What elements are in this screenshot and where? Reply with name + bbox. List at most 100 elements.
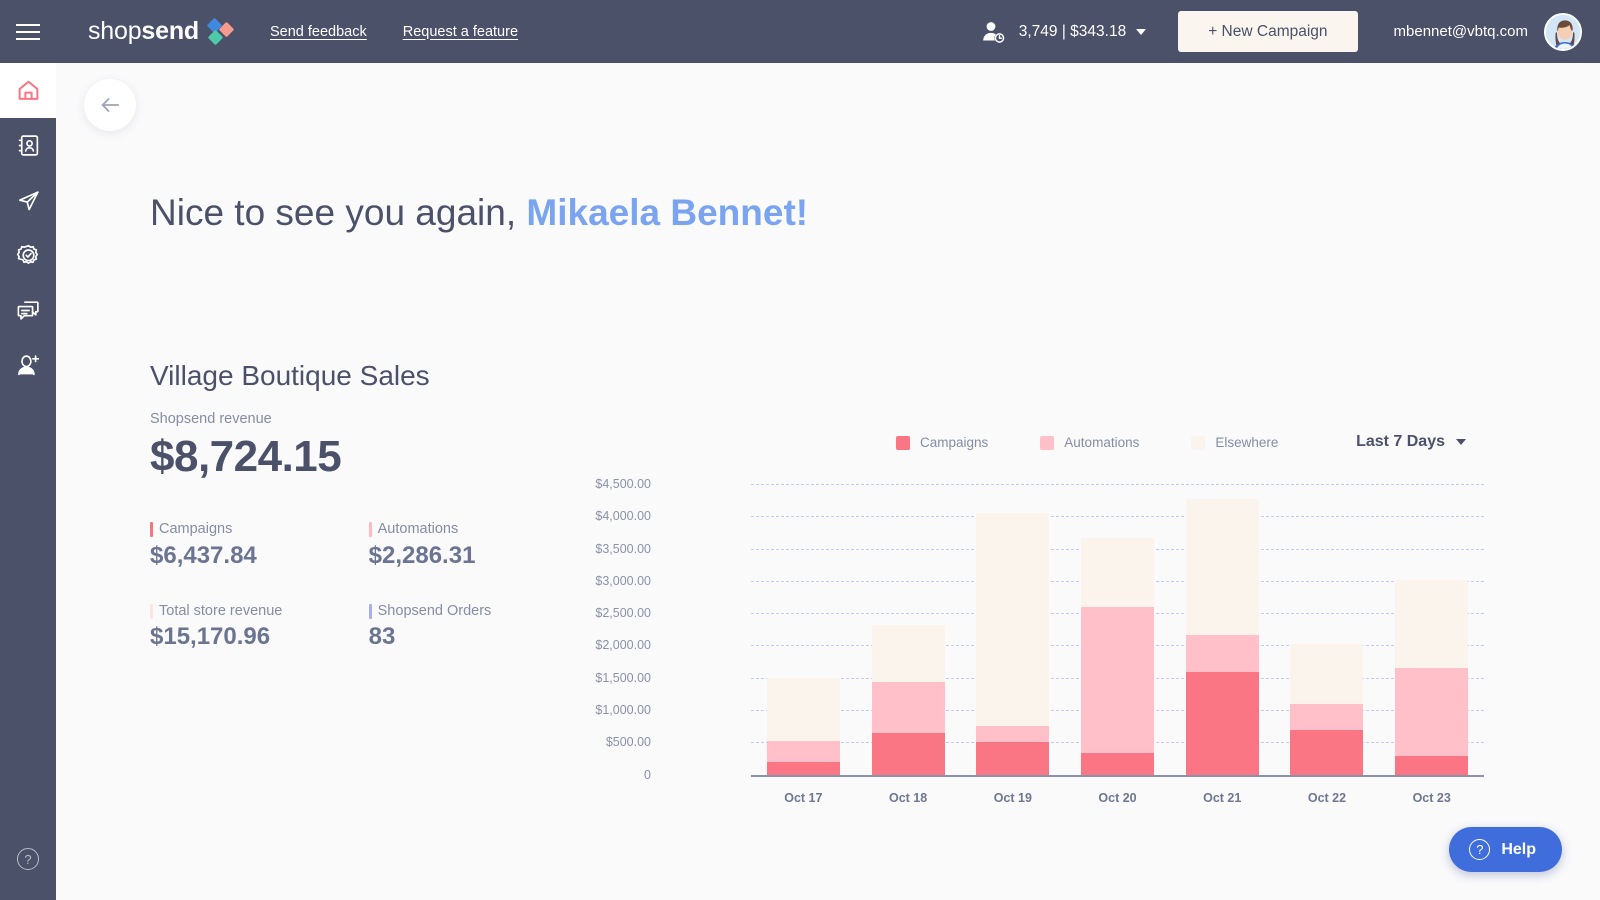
logo-wordmark: shopsend [88,17,199,46]
bar-segment-campaigns [976,742,1049,774]
stat-total-store-label: Total store revenue [159,603,282,619]
bar-segment-elsewhere [1395,580,1468,668]
legend-swatch-icon [1040,436,1054,450]
stat-color-marker [150,522,153,537]
chart-bar-stack [1395,580,1468,775]
user-email-label[interactable]: mbennet@vbtq.com [1394,23,1528,40]
sidebar-item-home[interactable] [0,63,56,118]
bar-segment-elsewhere [976,513,1049,727]
x-axis-tick-label: Oct 22 [1275,791,1380,805]
chart-bar-column[interactable]: Oct 18 [856,468,961,775]
chevron-down-icon [1136,29,1146,35]
help-label: Help [1501,841,1536,859]
bar-segment-campaigns [1290,730,1363,775]
stats-row-2: Total store revenue $15,170.96 Shopsend … [150,603,570,651]
stat-automations-header: Automations [369,521,570,537]
stats-panel: Village Boutique Sales Shopsend revenue … [150,360,570,651]
stat-total-store-revenue: Total store revenue $15,170.96 [150,603,360,651]
chart-bar-stack [1186,499,1259,775]
shopsend-revenue-label: Shopsend revenue [150,411,570,427]
chart-x-axis-line [751,775,1484,778]
address-book-icon [16,133,41,158]
avatar-image [1546,15,1582,51]
shopsend-diamonds-logo-icon [208,19,234,45]
stat-orders-label: Shopsend Orders [378,603,492,619]
bar-segment-elsewhere [1081,538,1154,606]
store-title: Village Boutique Sales [150,360,570,392]
y-axis-tick-label: $500.00 [531,735,651,749]
date-range-dropdown[interactable]: Last 7 Days [1356,433,1466,451]
stat-automations-label: Automations [378,521,459,537]
x-axis-tick-label: Oct 18 [856,791,961,805]
chart-bar-column[interactable]: Oct 21 [1170,468,1275,775]
sidebar-item-campaigns[interactable] [0,173,56,228]
chart-bar-column[interactable]: Oct 22 [1275,468,1380,775]
top-header-bar: shopsend Send feedback Request a feature… [0,0,1600,63]
bar-segment-elsewhere [1186,499,1259,635]
new-campaign-button[interactable]: + New Campaign [1178,11,1357,52]
bar-segment-elsewhere [1290,644,1363,705]
bar-segment-automations [1186,635,1259,672]
y-axis-tick-label: $2,000.00 [531,638,651,652]
stat-campaigns-value: $6,437.84 [150,542,360,570]
bar-segment-campaigns [1186,672,1259,775]
legend-item-elsewhere[interactable]: Elsewhere [1191,435,1278,450]
date-range-label: Last 7 Days [1356,433,1445,451]
sidebar-item-messages[interactable] [0,283,56,338]
stats-row-1: Campaigns $6,437.84 Automations $2,286.3… [150,521,570,570]
send-feedback-link[interactable]: Send feedback [270,24,367,40]
sidebar-item-contacts[interactable] [0,118,56,173]
y-axis-tick-label: $3,000.00 [531,574,651,588]
stat-color-marker [369,604,372,619]
legend-item-automations[interactable]: Automations [1040,435,1139,450]
chart-bar-column[interactable]: Oct 20 [1065,468,1170,775]
legend-label: Elsewhere [1215,435,1278,450]
y-axis-tick-label: $3,500.00 [531,542,651,556]
legend-swatch-icon [1191,436,1205,450]
credits-balance-text: 3,749 | $343.18 [1019,23,1126,41]
chart-bar-column[interactable]: Oct 17 [751,468,856,775]
x-axis-tick-label: Oct 19 [960,791,1065,805]
y-axis-tick-label: $2,500.00 [531,606,651,620]
y-axis-tick-label: $1,000.00 [531,703,651,717]
bar-segment-automations [1395,668,1468,756]
bar-segment-campaigns [767,762,840,774]
avatar[interactable] [1544,13,1582,51]
hamburger-line [16,31,40,33]
hamburger-menu-icon[interactable] [0,0,56,63]
legend-item-campaigns[interactable]: Campaigns [896,435,988,450]
chevron-down-icon [1456,439,1466,445]
shopsend-logo[interactable]: shopsend [88,17,234,46]
greeting-prefix: Nice to see you again, [150,192,526,233]
legend-label: Automations [1064,435,1139,450]
greeting-user-name: Mikaela Bennet! [526,192,808,233]
x-axis-tick-label: Oct 23 [1379,791,1484,805]
back-button[interactable] [84,79,136,131]
hamburger-line [16,24,40,26]
gear-check-icon [16,243,41,268]
x-axis-tick-label: Oct 17 [751,791,856,805]
legend-label: Campaigns [920,435,988,450]
chart-bar-column[interactable]: Oct 19 [960,468,1065,775]
stat-color-marker [369,522,372,537]
logo-text-shop: shop [88,17,141,45]
sidebar-item-automations[interactable] [0,228,56,283]
chart-bar-stack [1081,538,1154,774]
stat-campaigns: Campaigns $6,437.84 [150,521,360,570]
stat-total-store-header: Total store revenue [150,603,360,619]
request-a-feature-link[interactable]: Request a feature [403,24,518,40]
help-button[interactable]: ? Help [1449,827,1562,872]
stat-campaigns-header: Campaigns [150,521,360,537]
y-axis-tick-label: $1,500.00 [531,671,651,685]
revenue-chart-panel: Campaigns Automations Elsewhere Last 7 Day… [596,373,1496,793]
logo-text-send: send [141,17,199,45]
credits-balance-dropdown[interactable]: 3,749 | $343.18 [980,19,1146,45]
bar-segment-elsewhere [767,678,840,741]
chart-bar-column[interactable]: Oct 23 [1379,468,1484,775]
y-axis-tick-label: $4,000.00 [531,509,651,523]
hamburger-line [16,38,40,40]
contact-clock-icon [980,19,1006,45]
chart-bars: Oct 17Oct 18Oct 19Oct 20Oct 21Oct 22Oct … [751,468,1484,775]
sidebar-help-button[interactable]: ? [17,848,39,870]
sidebar-item-add-contact[interactable] [0,338,56,393]
